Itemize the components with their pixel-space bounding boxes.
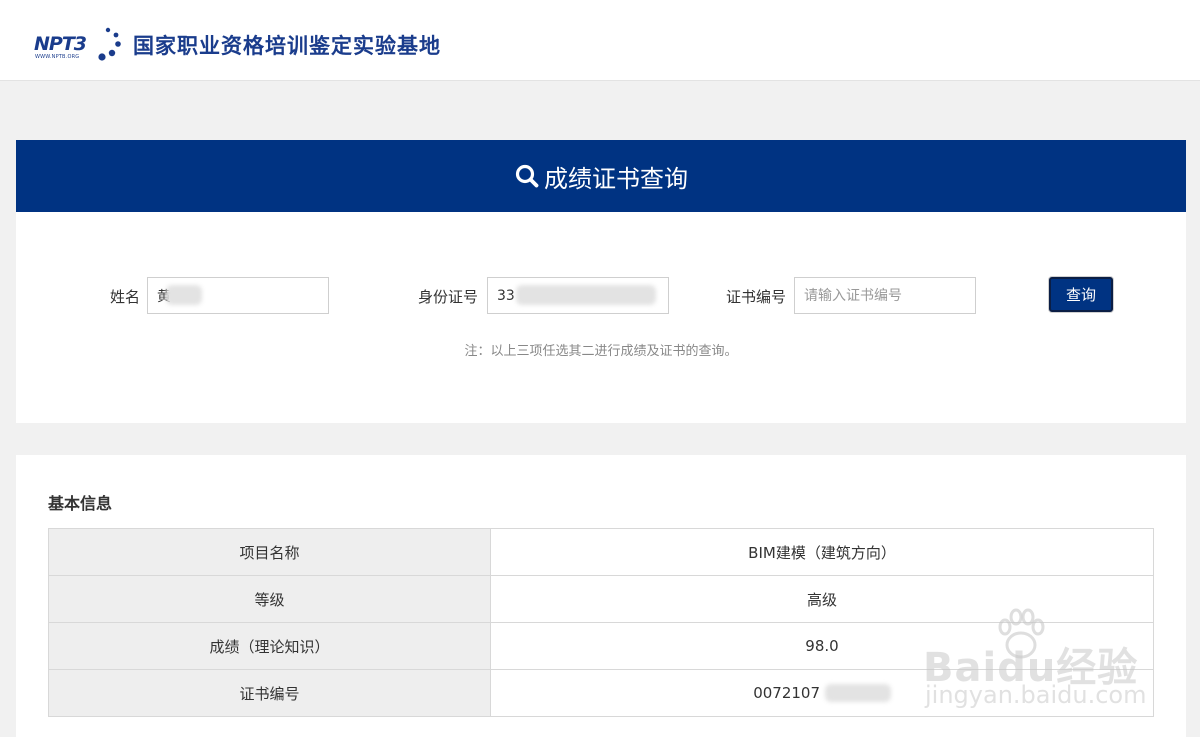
table-row: 项目名称 BIM建模（建筑方向）: [48, 528, 1154, 576]
cert-number-label: 证书编号: [726, 288, 787, 306]
name-label: 姓名: [110, 288, 141, 306]
table-value: BIM建模（建筑方向）: [490, 528, 1154, 576]
section-title-basic-info: 基本信息: [48, 494, 113, 513]
query-button[interactable]: 查询: [1049, 277, 1113, 312]
logo-mark: NPT3: [34, 33, 87, 55]
query-note: 注：以上三项任选其二进行成绩及证书的查询。: [464, 344, 738, 359]
table-key: 等级: [48, 575, 491, 623]
table-value: 98.0: [490, 622, 1154, 670]
table-value: 高级: [490, 575, 1154, 623]
site-header: NPT3 WWW.NPTB.ORG 国家职业资格培训鉴定实验基地: [0, 0, 1200, 81]
table-row: 成绩（理论知识） 98.0: [48, 622, 1154, 670]
result-panel: 基本信息 项目名称 BIM建模（建筑方向） 等级 高级 成绩（理论知识） 98.…: [16, 455, 1186, 737]
table-key: 项目名称: [48, 528, 491, 576]
id-number-redaction: [516, 285, 656, 305]
search-icon: [515, 164, 539, 188]
table-value: 0072107: [490, 669, 1154, 717]
site-logo[interactable]: NPT3 WWW.NPTB.ORG: [34, 24, 124, 64]
query-panel-header: 成绩证书查询: [16, 140, 1186, 212]
table-key: 证书编号: [48, 669, 491, 717]
name-redaction: [166, 285, 202, 305]
table-key: 成绩（理论知识）: [48, 622, 491, 670]
id-label: 身份证号: [418, 288, 479, 306]
cert-number-redaction: [824, 684, 891, 703]
query-title: 成绩证书查询: [544, 164, 688, 193]
table-row: 等级 高级: [48, 575, 1154, 623]
site-title: 国家职业资格培训鉴定实验基地: [133, 34, 441, 58]
table-row: 证书编号 0072107: [48, 669, 1154, 717]
logo-url: WWW.NPTB.ORG: [35, 54, 80, 60]
info-table: 项目名称 BIM建模（建筑方向） 等级 高级 成绩（理论知识） 98.0 证书编…: [48, 528, 1154, 717]
cert-number-value: 0072107: [753, 683, 821, 702]
cert-number-input[interactable]: [794, 277, 976, 314]
query-panel: 成绩证书查询 姓名 身份证号 证书编号 查询 注：以上三项任选其二进行成绩及证书…: [16, 140, 1186, 423]
logo-dots-icon: [98, 27, 121, 61]
